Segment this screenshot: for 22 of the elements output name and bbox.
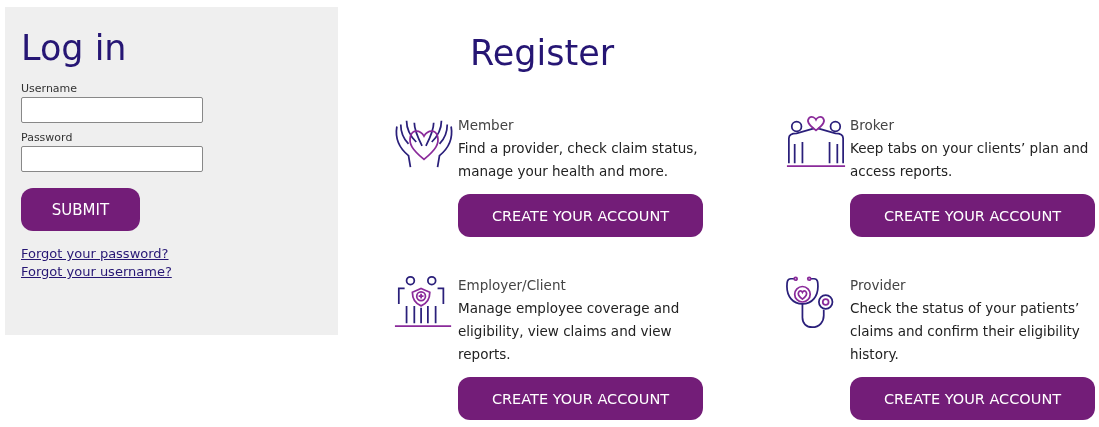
forgot-link[interactable]: Forgot your password? [21, 246, 169, 261]
field-label: Username [21, 82, 78, 95]
account-type-title: Broker [850, 116, 895, 135]
input-field[interactable] [21, 97, 203, 123]
account-description: Find a provider, check claim status, manage your health and more. [458, 139, 699, 181]
login-title: Log in [21, 31, 128, 66]
people-heart-icon [785, 114, 847, 170]
submit-button[interactable]: SUBMIT [21, 188, 140, 231]
input-field[interactable] [21, 146, 203, 172]
create-account-button[interactable]: CREATE YOUR ACCOUNT [458, 377, 703, 420]
forgot-link[interactable]: Forgot your username? [21, 264, 172, 279]
register-title: Register [470, 32, 616, 74]
create-account-button[interactable]: CREATE YOUR ACCOUNT [850, 377, 1095, 420]
field-label: Password [21, 131, 73, 144]
account-type-title: Employer/Client [458, 276, 567, 295]
create-account-button[interactable]: CREATE YOUR ACCOUNT [850, 194, 1095, 237]
account-type-title: Provider [850, 276, 907, 295]
account-description: Check the status of your patients’ claims and confirm their eligibility history. [850, 299, 1081, 364]
account-description: Keep tabs on your clients’ plan and access reports. [850, 139, 1090, 181]
account-description: Manage employee coverage and eligibility, view claims and view reports. [458, 299, 681, 364]
account-type-title: Member [458, 116, 515, 135]
create-account-button[interactable]: CREATE YOUR ACCOUNT [458, 194, 703, 237]
